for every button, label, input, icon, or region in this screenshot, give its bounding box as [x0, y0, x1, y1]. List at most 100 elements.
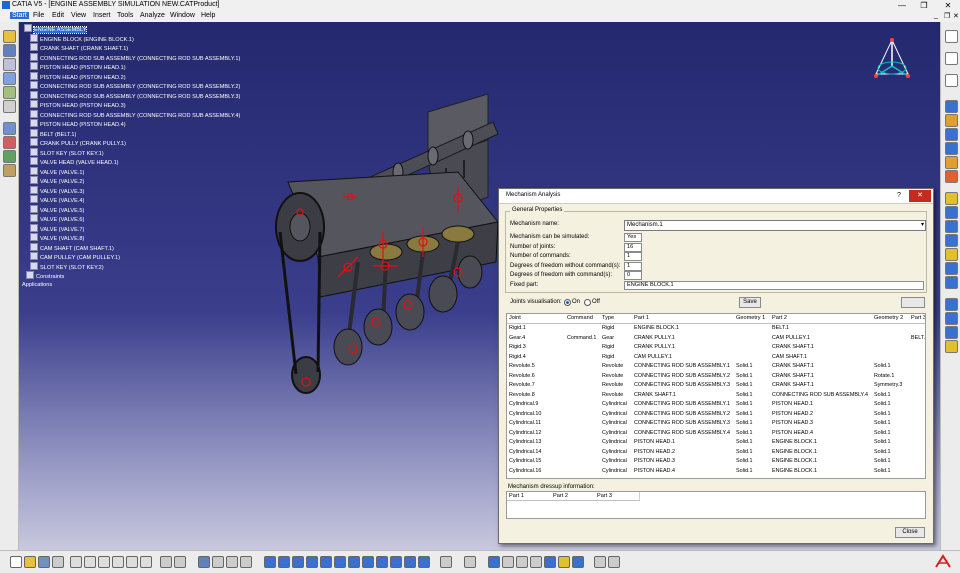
hide-show-icon[interactable] [404, 556, 416, 568]
shading-icon[interactable] [390, 556, 402, 568]
distance-icon[interactable] [945, 128, 958, 141]
table-row[interactable]: Cylindrical.13 Cylindrical PISTON HEAD.1 So… [507, 438, 925, 448]
table-row[interactable]: Cylindrical.11 Cylindrical CONNECTING ROD … [507, 419, 925, 429]
component-icon[interactable] [945, 248, 958, 261]
tree-item[interactable]: PISTON HEAD (PISTON HEAD.3) [30, 100, 126, 110]
swept-volume-icon[interactable] [3, 164, 16, 177]
undo-icon[interactable] [112, 556, 124, 568]
table-row[interactable]: Rigid.4 Rigid CAM PULLEY.1 CAM SHAFT.1 [507, 353, 925, 363]
redo-icon[interactable] [126, 556, 138, 568]
save-icon[interactable] [38, 556, 50, 568]
zoom-in-icon[interactable] [320, 556, 332, 568]
sensor-icon[interactable] [945, 170, 958, 183]
col-part1[interactable]: Part 1 [632, 314, 735, 324]
table-row[interactable]: Cylindrical.15 Cylindrical PISTON HEAD.3 So… [507, 457, 925, 467]
menu-edit[interactable]: Edit [52, 12, 64, 19]
explode-icon[interactable] [945, 192, 958, 205]
menu-help[interactable]: Help [201, 12, 215, 19]
mechanism-icon[interactable] [3, 44, 16, 57]
iso-view-icon[interactable] [376, 556, 388, 568]
col-type[interactable]: Type [600, 314, 633, 324]
geometry-icon[interactable] [226, 556, 238, 568]
restore-button[interactable]: ❐ [914, 0, 934, 11]
skip-back-icon[interactable] [502, 556, 514, 568]
blank-doc-icon[interactable] [945, 30, 958, 43]
sheet-icon[interactable] [945, 52, 958, 65]
open-file-icon[interactable] [24, 556, 36, 568]
rotate-icon[interactable] [306, 556, 318, 568]
table-row[interactable]: Rigid.3 Rigid CRANK PULLY.1 CRANK SHAFT.1 [507, 343, 925, 353]
tree-item[interactable]: VALVE HEAD (VALVE HEAD.1) [30, 157, 119, 167]
tree-item[interactable]: VALVE (VALVE.2) [30, 176, 84, 186]
hotspot-icon[interactable] [572, 556, 584, 568]
menu-insert[interactable]: Insert [93, 12, 111, 19]
replace-icon[interactable] [945, 262, 958, 275]
table-row[interactable]: Revolute.5 Revolute CONNECTING ROD SUB ASS… [507, 362, 925, 372]
tree-item[interactable]: CAM PULLEY (CAM PULLEY.1) [30, 252, 120, 262]
doc-restore-icon[interactable]: ❐ [944, 12, 950, 20]
new-file-icon[interactable] [10, 556, 22, 568]
tree-item[interactable]: BELT (BELT.1) [30, 128, 76, 139]
joints-off-radio[interactable] [584, 299, 591, 306]
dressup-col-part1[interactable]: Part 1 [507, 492, 552, 501]
compass-icon[interactable] [870, 36, 914, 90]
col-command[interactable]: Command [565, 314, 601, 324]
clash-icon[interactable] [3, 122, 16, 135]
axis-icon[interactable] [945, 142, 958, 155]
close-button[interactable]: Close [895, 527, 925, 538]
col-part3[interactable]: Part 3 [909, 314, 925, 324]
speed-acceleration-icon[interactable] [3, 136, 16, 149]
manipulate-icon[interactable] [945, 220, 958, 233]
fit-all-icon[interactable] [278, 556, 290, 568]
tree-item[interactable]: VALVE (VALVE.6) [30, 214, 84, 224]
table-row[interactable]: Cylindrical.12 Cylindrical CONNECTING ROD … [507, 429, 925, 439]
help-button[interactable]: ? [891, 190, 907, 202]
numbering-icon[interactable] [945, 276, 958, 289]
flag-icon[interactable] [945, 340, 958, 353]
table-row[interactable]: Revolute.7 Revolute CONNECTING ROD SUB ASS… [507, 381, 925, 391]
reframe-icon[interactable] [608, 556, 620, 568]
close-window-button[interactable]: ✕ [938, 0, 958, 11]
pan-icon[interactable] [292, 556, 304, 568]
col-joint[interactable]: Joint [507, 314, 566, 324]
grid-icon[interactable] [594, 556, 606, 568]
search-icon[interactable] [530, 556, 542, 568]
product-structure-icon[interactable] [3, 30, 16, 43]
menu-window[interactable]: Window [170, 12, 195, 19]
swap-space-icon[interactable] [418, 556, 430, 568]
measure-item-icon[interactable] [516, 556, 528, 568]
formula-icon[interactable] [160, 556, 172, 568]
tree-expand-icon[interactable] [212, 556, 224, 568]
measure-icon[interactable] [945, 100, 958, 113]
tree-item[interactable]: CONNECTING ROD SUB ASSEMBLY (CONNECTING … [30, 81, 240, 91]
annotation-icon[interactable] [945, 312, 958, 325]
properties-icon[interactable] [240, 556, 252, 568]
table-row[interactable]: Gear.4 Command.1 Gear CRANK PULLY.1 CAM PULL… [507, 334, 925, 344]
menu-view[interactable]: View [71, 12, 86, 19]
comment-icon[interactable] [174, 556, 186, 568]
col-geometry1[interactable]: Geometry 1 [734, 314, 771, 324]
tree-item[interactable]: VALVE (VALVE.5) [30, 204, 84, 215]
layer-icon[interactable] [198, 556, 210, 568]
tree-item[interactable]: CONNECTING ROD SUB ASSEMBLY (CONNECTING … [30, 109, 240, 120]
table-row[interactable]: Rigid.1 Rigid ENGINE BLOCK.1 BELT.1 [507, 324, 925, 334]
table-row[interactable]: Cylindrical.10 Cylindrical CONNECTING ROD … [507, 410, 925, 420]
tree-constraints[interactable]: Constraints [26, 271, 64, 281]
clash-analysis-icon[interactable] [945, 156, 958, 169]
tree-item[interactable]: VALVE (VALVE.3) [30, 185, 84, 196]
dialog-close-x-button[interactable]: ✕ [909, 190, 931, 202]
tree-item[interactable]: PISTON HEAD (PISTON HEAD.4) [30, 119, 126, 129]
tree-item[interactable]: ENGINE BLOCK (ENGINE BLOCK.1) [30, 33, 134, 44]
weld-icon[interactable] [945, 326, 958, 339]
menu-file[interactable]: File [33, 12, 44, 19]
menu-start[interactable]: Start [10, 12, 29, 19]
simulation-icon[interactable] [3, 100, 16, 113]
highlight-icon[interactable] [558, 556, 570, 568]
tree-item[interactable]: CONNECTING ROD SUB ASSEMBLY (CONNECTING … [30, 52, 240, 63]
fly-mode-icon[interactable] [264, 556, 276, 568]
minimize-button[interactable]: — [892, 0, 912, 11]
mechanism-analysis-icon[interactable] [3, 150, 16, 163]
tree-root[interactable]: ENGINE ASSEMBLY [24, 24, 88, 34]
reorder-icon[interactable] [945, 234, 958, 247]
tree-item[interactable]: PISTON HEAD (PISTON HEAD.2) [30, 71, 126, 82]
